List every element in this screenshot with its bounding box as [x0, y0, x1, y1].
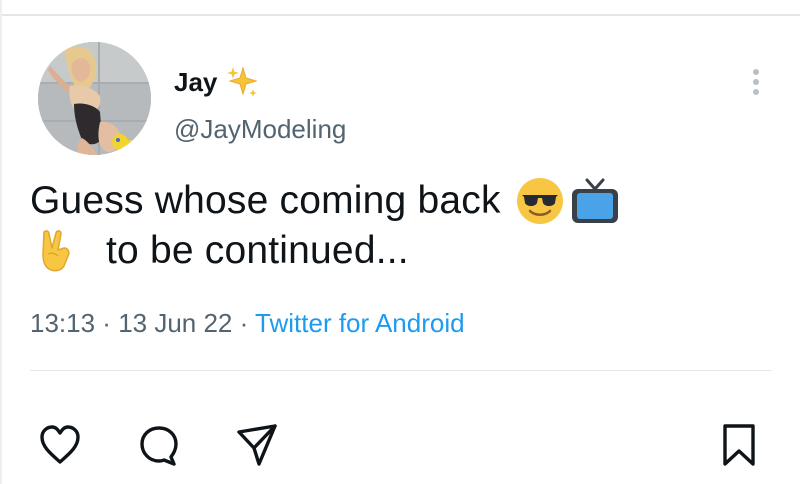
tweet-time[interactable]: 13:13	[30, 308, 95, 338]
television-icon	[571, 178, 618, 223]
tweet-line-2: to be continued...	[30, 226, 770, 276]
display-name[interactable]: Jay	[174, 65, 259, 99]
meta-separator: ·	[232, 308, 256, 338]
sparkles-icon	[227, 66, 259, 97]
bookmark-icon[interactable]	[716, 422, 762, 468]
avatar[interactable]	[38, 42, 151, 155]
tweet-text: Guess whose coming back to be continued.…	[30, 176, 770, 276]
reply-icon[interactable]	[136, 422, 182, 468]
user-handle[interactable]: @JayModeling	[174, 113, 346, 145]
divider	[30, 370, 772, 371]
tweet-card: Jay @JayModeling Guess whose coming back	[0, 16, 800, 484]
tweet-metadata: 13:13 · 13 Jun 22 · Twitter for Android	[30, 307, 465, 339]
tweet-source-link[interactable]: Twitter for Android	[255, 308, 465, 338]
tweet-date[interactable]: 13 Jun 22	[118, 308, 232, 338]
heart-icon[interactable]	[37, 422, 83, 468]
tweet-line-2-text: to be continued...	[106, 229, 409, 272]
victory-hand-icon	[42, 230, 70, 272]
share-icon[interactable]	[233, 422, 279, 468]
more-options-icon[interactable]	[744, 66, 768, 98]
tweet-line-1-text: Guess whose coming back	[30, 179, 501, 222]
display-name-text: Jay	[174, 67, 218, 97]
tweet-line-1: Guess whose coming back	[30, 176, 770, 226]
smiling-face-with-sunglasses-icon	[516, 178, 563, 224]
meta-separator: ·	[95, 308, 119, 338]
